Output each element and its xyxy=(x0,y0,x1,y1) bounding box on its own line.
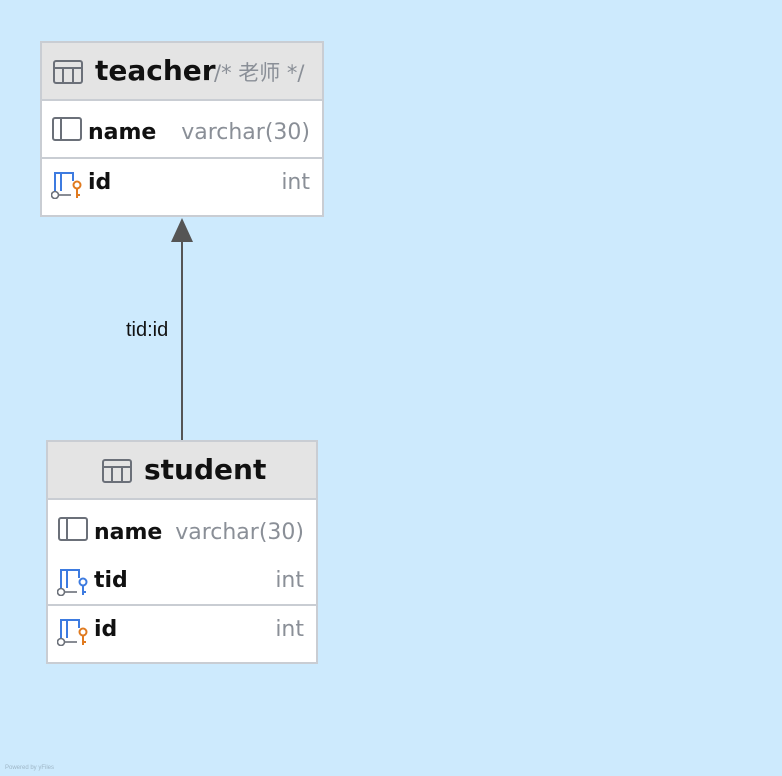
table-teacher[interactable]: teacher /* 老师 */ name varchar(30) id int xyxy=(40,41,324,217)
column-icon xyxy=(58,517,88,541)
column-name: tid xyxy=(94,568,128,593)
table-icon xyxy=(102,459,132,483)
column-row-name[interactable]: name varchar(30) xyxy=(42,101,322,159)
column-name: name xyxy=(88,120,157,145)
table-comment: /* 老师 */ xyxy=(214,61,305,85)
column-type: int xyxy=(281,170,310,195)
table-header[interactable]: teacher /* 老师 */ xyxy=(42,43,322,101)
column-type: int xyxy=(275,568,304,593)
table-icon xyxy=(53,60,83,84)
primary-key-column-icon xyxy=(51,172,82,199)
column-row-id[interactable]: id int xyxy=(48,606,316,656)
table-header[interactable]: student xyxy=(48,442,316,500)
column-type: varchar(30) xyxy=(181,120,310,145)
foreign-key-column-icon xyxy=(57,569,88,596)
column-row-name[interactable]: name varchar(30) xyxy=(48,500,316,550)
column-name: id xyxy=(94,617,118,642)
table-name: teacher xyxy=(95,54,216,87)
table-student[interactable]: student name varchar(30) tid int id int xyxy=(46,440,318,664)
column-row-tid[interactable]: tid int xyxy=(48,550,316,606)
column-icon xyxy=(52,117,82,141)
column-name: name xyxy=(94,520,163,545)
edge-label: tid:id xyxy=(126,319,169,341)
edge-arrowhead-icon xyxy=(171,218,193,242)
column-type: varchar(30) xyxy=(175,520,304,545)
primary-key-column-icon xyxy=(57,619,88,646)
column-row-id[interactable]: id int xyxy=(42,159,322,209)
column-name: id xyxy=(88,170,112,195)
column-type: int xyxy=(275,617,304,642)
table-name: student xyxy=(144,453,267,486)
powered-by-footer: Powered by yFiles xyxy=(5,765,55,771)
